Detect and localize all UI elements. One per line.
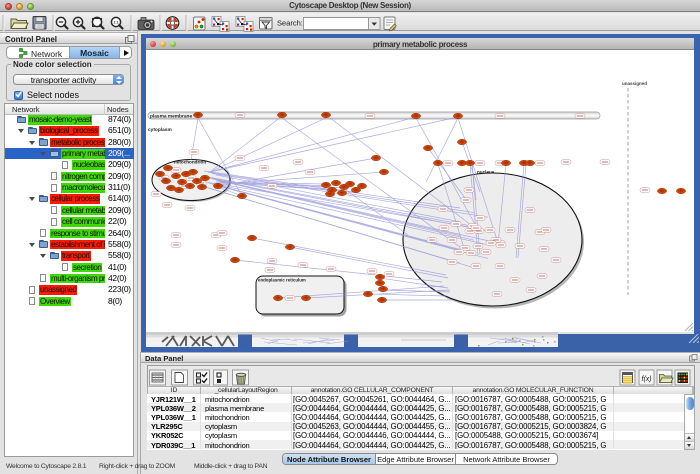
svg-text:f(x): f(x) <box>642 376 652 383</box>
svg-text:nucleus: nucleus <box>477 170 495 175</box>
svg-text:unassigned: unassigned <box>622 81 647 86</box>
svg-text:cytoplasm: cytoplasm <box>148 127 172 133</box>
svg-text:plasma membrane: plasma membrane <box>150 114 192 120</box>
svg-text:Search:: Search: <box>277 18 303 27</box>
svg-text:mitochondrion: mitochondrion <box>174 160 206 165</box>
svg-text:endoplasmic reticulum: endoplasmic reticulum <box>258 278 306 283</box>
